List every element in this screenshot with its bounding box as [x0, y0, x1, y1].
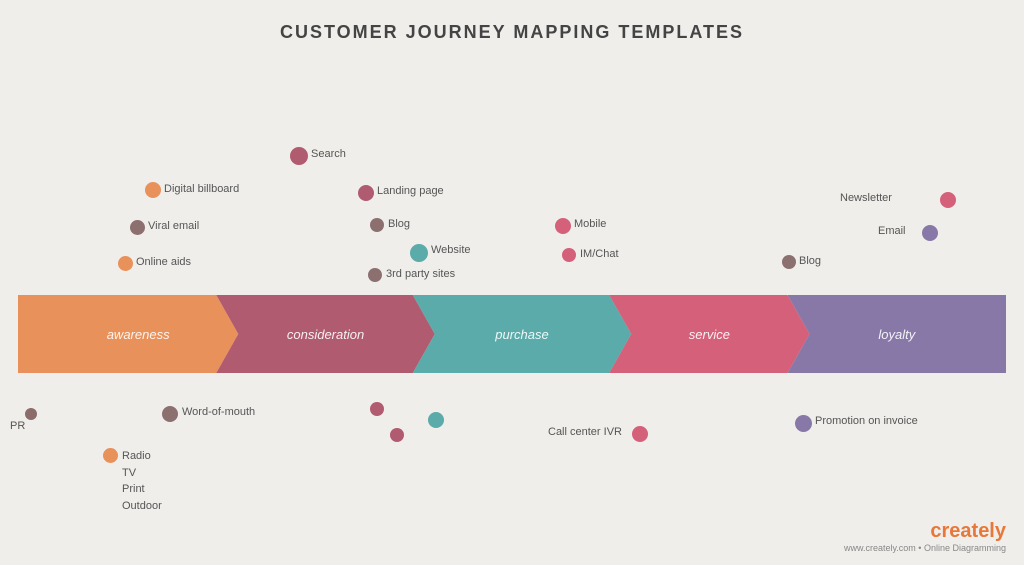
- dot-online-aids: [118, 256, 133, 271]
- dot-newsletter: [940, 192, 956, 208]
- label-pr: PR: [10, 420, 25, 432]
- segment-purchase-label: purchase: [495, 327, 548, 342]
- label-call-center: Call center IVR: [548, 426, 622, 438]
- dot-website: [410, 244, 428, 262]
- segment-loyalty: loyalty: [788, 295, 1006, 373]
- segment-service: service: [609, 295, 809, 373]
- dot-below-3: [390, 428, 404, 442]
- branding-title: creately: [844, 520, 1006, 543]
- journey-banner: awareness consideration purchase service…: [18, 295, 1006, 373]
- label-website: Website: [431, 244, 471, 256]
- dot-digital-billboard: [145, 182, 161, 198]
- dot-promotion: [795, 415, 812, 432]
- label-blog-loyalty: Blog: [799, 255, 821, 267]
- dot-radio-tv: [103, 448, 118, 463]
- label-radio-tv: RadioTVPrintOutdoor: [122, 448, 162, 514]
- label-viral-email: Viral email: [148, 220, 199, 232]
- main-container: CUSTOMER JOURNEY MAPPING TEMPLATES aware…: [0, 0, 1024, 565]
- segment-loyalty-label: loyalty: [878, 327, 915, 342]
- dot-imchat: [562, 248, 576, 262]
- label-search: Search: [311, 148, 346, 160]
- dot-below-1: [370, 402, 384, 416]
- dot-pr: [25, 408, 37, 420]
- label-word-of-mouth: Word-of-mouth: [182, 406, 255, 418]
- segment-consideration: consideration: [216, 295, 434, 373]
- dot-word-of-mouth: [162, 406, 178, 422]
- branding-subtitle: www.creately.com • Online Diagramming: [844, 543, 1006, 553]
- dot-blog-loyalty: [782, 255, 796, 269]
- segment-purchase: purchase: [413, 295, 631, 373]
- label-email: Email: [878, 225, 906, 237]
- dot-landing-page: [358, 185, 374, 201]
- segment-awareness: awareness: [18, 295, 238, 373]
- branding: creately www.creately.com • Online Diagr…: [844, 520, 1006, 553]
- dot-blog-consideration: [370, 218, 384, 232]
- label-imchat: IM/Chat: [580, 248, 619, 260]
- dot-email: [922, 225, 938, 241]
- label-landing-page: Landing page: [377, 185, 444, 197]
- segment-consideration-label: consideration: [287, 327, 364, 342]
- dot-search: [290, 147, 308, 165]
- label-mobile: Mobile: [574, 218, 606, 230]
- label-blog-consideration: Blog: [388, 218, 410, 230]
- label-online-aids: Online aids: [136, 256, 191, 268]
- page-title: CUSTOMER JOURNEY MAPPING TEMPLATES: [0, 0, 1024, 53]
- segment-service-label: service: [689, 327, 730, 342]
- label-3rd-party: 3rd party sites: [386, 268, 455, 280]
- dot-below-2: [428, 412, 444, 428]
- dot-mobile: [555, 218, 571, 234]
- dot-3rd-party: [368, 268, 382, 282]
- segment-awareness-label: awareness: [107, 327, 170, 342]
- dot-viral-email: [130, 220, 145, 235]
- label-promotion: Promotion on invoice: [815, 415, 918, 427]
- label-newsletter: Newsletter: [840, 192, 892, 204]
- dot-call-center: [632, 426, 648, 442]
- label-digital-billboard: Digital billboard: [164, 183, 239, 195]
